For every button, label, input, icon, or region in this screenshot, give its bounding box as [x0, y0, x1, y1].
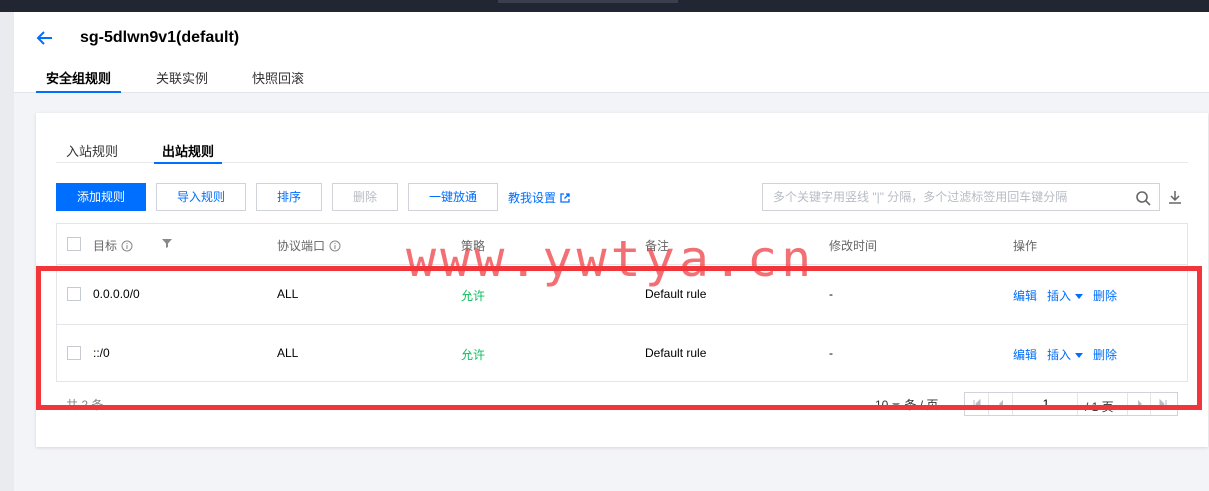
delete-button[interactable]: 删除: [332, 183, 398, 211]
column-actions: 操作: [1013, 239, 1038, 253]
table-row: ::/0 ALL 允许 Default rule - 编辑 插入 删除: [57, 324, 1187, 383]
back-arrow-icon[interactable]: [36, 28, 54, 48]
row-protocol: ALL: [277, 346, 299, 360]
row-checkbox[interactable]: [67, 287, 81, 301]
top-bar-segment: [498, 0, 678, 3]
tab-inbound-rules[interactable]: 入站规则: [66, 141, 118, 160]
column-protocol-port-label: 协议端口: [277, 239, 326, 253]
edit-link[interactable]: 编辑: [1013, 346, 1037, 363]
caret-down-icon: [892, 403, 901, 408]
tab-outbound-rules[interactable]: 出站规则: [153, 141, 223, 164]
insert-dropdown[interactable]: 插入: [1047, 346, 1084, 363]
page-title: sg-5dlwn9v1(default): [80, 29, 240, 46]
caret-down-icon: [1075, 353, 1084, 358]
rules-table: 目标 协议端口 策略 备注 修改时间 操作 0.0.0.0/0 ALL 允许 D…: [56, 223, 1188, 382]
row-policy: 允许: [461, 348, 486, 362]
tab-snapshot-rollback[interactable]: 快照回滚: [252, 68, 304, 92]
row-target: ::/0: [93, 346, 110, 360]
left-strip: [0, 12, 14, 491]
row-remark: Default rule: [645, 346, 707, 360]
row-modified: -: [829, 346, 833, 360]
page-header: sg-5dlwn9v1(default) 安全组规则 关联实例 快照回滚: [14, 12, 1209, 93]
download-icon[interactable]: [1167, 189, 1183, 205]
row-target: 0.0.0.0/0: [93, 287, 140, 301]
add-rule-button[interactable]: 添加规则: [56, 183, 146, 211]
table-row: 0.0.0.0/0 ALL 允许 Default rule - 编辑 插入 删除: [57, 265, 1187, 325]
page-total: / 1 页: [1085, 400, 1114, 414]
search-box: [762, 183, 1160, 211]
row-modified: -: [829, 287, 833, 301]
column-modified-time: 修改时间: [829, 239, 878, 253]
search-input[interactable]: [763, 184, 1143, 210]
tutorial-link-label: 教我设置: [508, 191, 557, 205]
column-policy: 策略: [461, 239, 486, 253]
row-checkbox[interactable]: [67, 346, 81, 360]
rules-card: 入站规则 出站规则 添加规则 导入规则 排序 删除 一键放通 教我设置 目标 协…: [36, 113, 1208, 447]
prev-page-button[interactable]: [989, 393, 1013, 415]
info-icon[interactable]: [329, 240, 341, 252]
column-protocol-port: 协议端口: [277, 237, 341, 254]
insert-dropdown[interactable]: 插入: [1047, 287, 1084, 304]
row-policy: 允许: [461, 289, 486, 303]
column-target: 目标: [93, 237, 133, 254]
row-remark: Default rule: [645, 287, 707, 301]
last-page-button[interactable]: [1151, 393, 1175, 415]
page-number-input[interactable]: [1015, 393, 1078, 415]
per-page-label: 条 / 页: [904, 398, 939, 412]
insert-label: 插入: [1047, 348, 1072, 362]
filter-icon[interactable]: [161, 237, 173, 249]
next-page-button[interactable]: [1127, 393, 1151, 415]
caret-down-icon: [1075, 294, 1084, 299]
column-remark: 备注: [645, 239, 670, 253]
pagination: / 1 页: [964, 392, 1178, 416]
external-link-icon: [560, 193, 570, 203]
one-click-allow-button[interactable]: 一键放通: [408, 183, 498, 211]
import-rules-button[interactable]: 导入规则: [156, 183, 246, 211]
tab-security-group-rules[interactable]: 安全组规则: [35, 68, 122, 93]
sort-button[interactable]: 排序: [256, 183, 322, 211]
tab-associated-instances[interactable]: 关联实例: [156, 68, 208, 92]
tutorial-link[interactable]: 教我设置: [508, 189, 570, 206]
table-header: 目标 协议端口 策略 备注 修改时间 操作: [57, 224, 1187, 265]
edit-link[interactable]: 编辑: [1013, 287, 1037, 304]
search-icon[interactable]: [1135, 190, 1151, 206]
select-all-checkbox[interactable]: [67, 237, 81, 251]
page-size-value: 10: [875, 398, 889, 412]
insert-label: 插入: [1047, 289, 1072, 303]
rule-direction-tabs: 入站规则 出站规则: [56, 135, 1188, 164]
top-bar: [0, 0, 1209, 12]
total-count: 共 2 条: [66, 398, 104, 412]
delete-link[interactable]: 删除: [1093, 346, 1117, 363]
info-icon[interactable]: [121, 240, 133, 252]
page-size-select[interactable]: 10 条 / 页: [875, 396, 938, 413]
column-target-label: 目标: [93, 239, 118, 253]
first-page-button[interactable]: [965, 393, 989, 415]
delete-link[interactable]: 删除: [1093, 287, 1117, 304]
row-protocol: ALL: [277, 287, 299, 301]
